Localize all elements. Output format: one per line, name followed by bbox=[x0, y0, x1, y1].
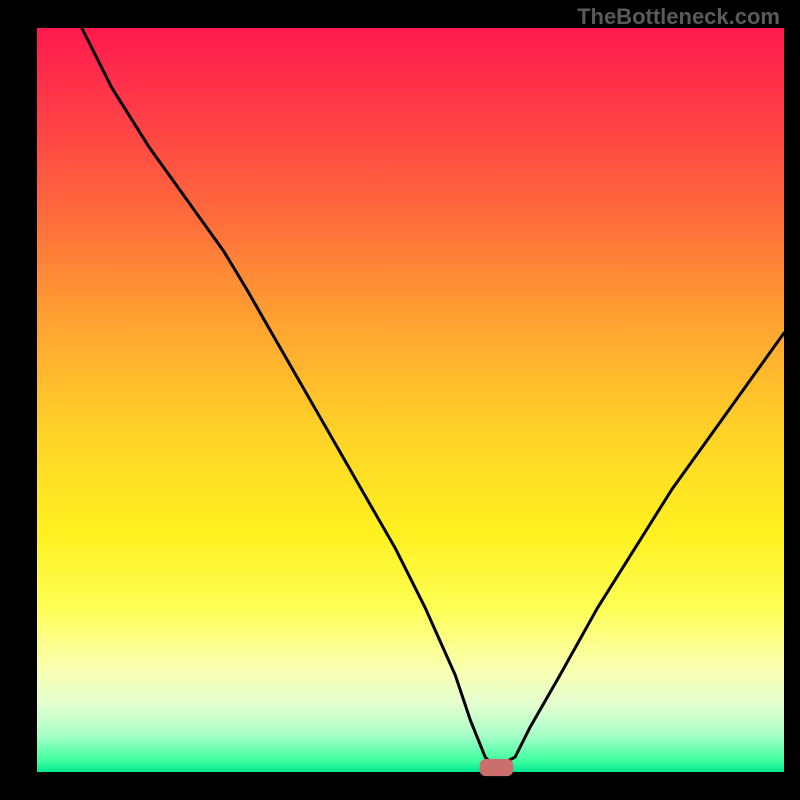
bottleneck-chart bbox=[0, 0, 800, 800]
optimal-marker bbox=[480, 759, 514, 776]
watermark-text: TheBottleneck.com bbox=[577, 4, 780, 30]
plot-background bbox=[37, 28, 784, 772]
chart-container: { "watermark": "TheBottleneck.com", "cha… bbox=[0, 0, 800, 800]
